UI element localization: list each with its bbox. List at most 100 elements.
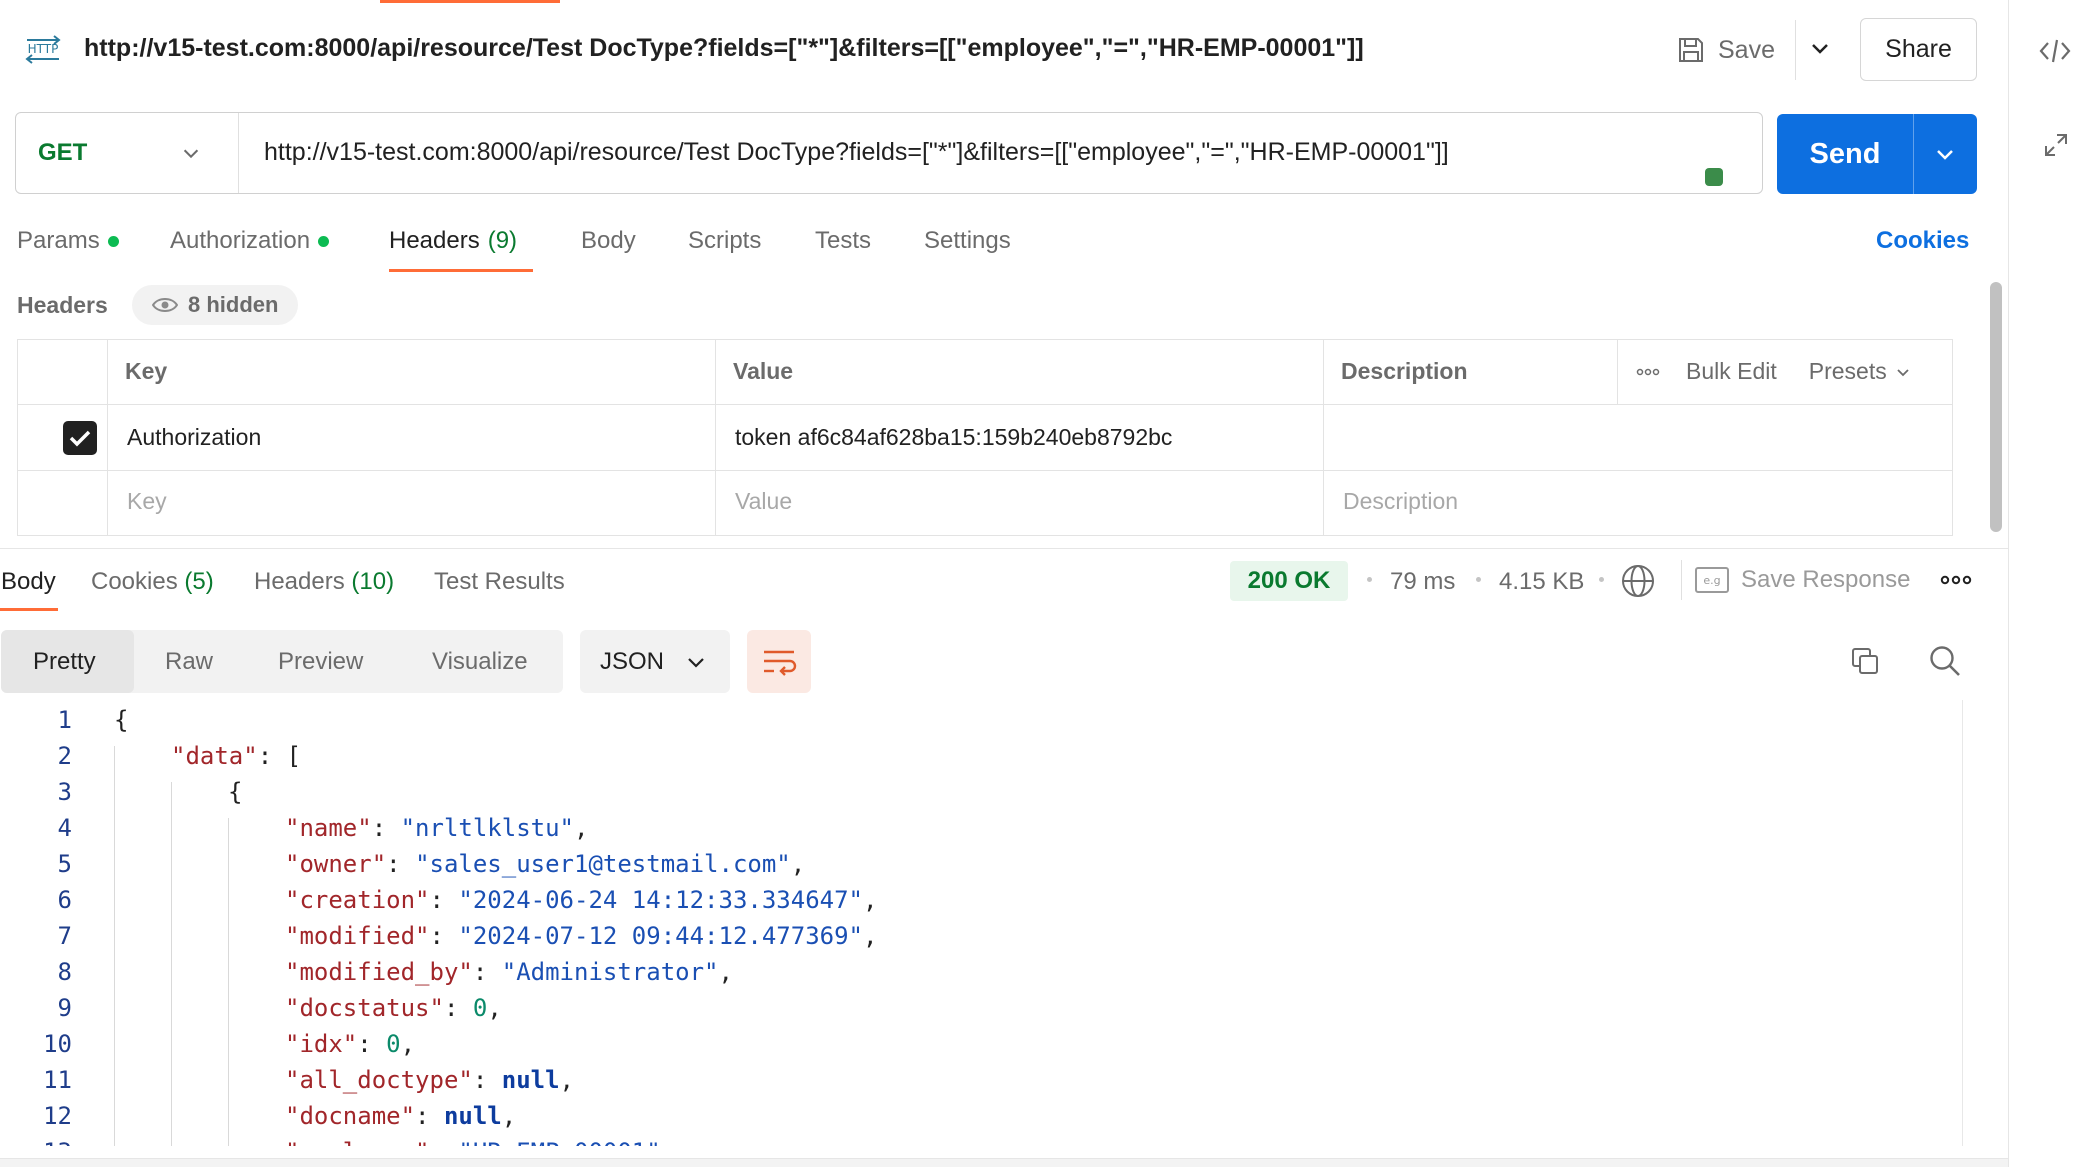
- tab-params[interactable]: Params: [17, 227, 119, 255]
- header-value-cell[interactable]: token af6c84af628ba15:159b240eb8792bc: [735, 424, 1172, 451]
- tab-label: Cookies: [91, 568, 178, 595]
- mode-preview[interactable]: Preview: [278, 648, 363, 676]
- line-number: 5: [57, 850, 72, 878]
- wrap-lines-button[interactable]: [747, 630, 811, 693]
- tab-tests[interactable]: Tests: [815, 227, 871, 255]
- eye-icon: [152, 298, 178, 312]
- tab-headers[interactable]: Headers (9): [389, 227, 517, 255]
- response-tab-cookies[interactable]: Cookies (5): [91, 568, 214, 596]
- tab-count: (10): [351, 568, 395, 595]
- divider: [107, 339, 108, 536]
- code-text: "modified_by": "Administrator",: [285, 958, 733, 986]
- line-number: 9: [57, 994, 72, 1022]
- vertical-scrollbar[interactable]: [1990, 282, 2002, 532]
- code-line: 7 "modified": "2024-07-12 09:44:12.477369…: [0, 922, 1950, 958]
- code-text: "name": "nrltlklstu",: [285, 814, 589, 842]
- line-number: 1: [57, 706, 72, 734]
- separator-dot: [1367, 577, 1372, 582]
- response-size[interactable]: 4.15 KB: [1499, 568, 1584, 596]
- tab-settings[interactable]: Settings: [924, 227, 1011, 255]
- line-number: 12: [43, 1102, 72, 1130]
- tab-label: Headers: [254, 568, 345, 595]
- tab-label: Params: [17, 227, 100, 254]
- active-tab-accent: [380, 0, 560, 3]
- line-number: 3: [57, 778, 72, 806]
- headers-heading: Headers: [17, 292, 108, 318]
- save-response-icon: e.g: [1695, 567, 1729, 593]
- chevron-down-icon: [1897, 368, 1909, 376]
- divider: [1795, 20, 1796, 80]
- divider: [1323, 339, 1324, 536]
- expand-icon[interactable]: [2043, 132, 2069, 158]
- status-badge[interactable]: 200 OK: [1230, 561, 1348, 601]
- indent-guide: [228, 818, 229, 1146]
- code-text: {: [228, 778, 243, 806]
- hidden-count: 8 hidden: [188, 292, 279, 317]
- new-key-input[interactable]: Key: [127, 488, 167, 515]
- header-enabled-checkbox[interactable]: [63, 421, 97, 455]
- mode-visualize[interactable]: Visualize: [432, 648, 528, 676]
- right-sidebar: [2008, 0, 2093, 1167]
- response-tab-headers[interactable]: Headers (10): [254, 568, 394, 596]
- search-icon[interactable]: [1928, 644, 1962, 678]
- mode-pretty[interactable]: Pretty: [33, 648, 96, 676]
- svg-text:HTTP: HTTP: [28, 42, 59, 56]
- code-line: 12 "docname": null,: [0, 1102, 1950, 1138]
- line-number: 6: [57, 886, 72, 914]
- format-select[interactable]: JSON: [580, 630, 730, 693]
- code-line: 11 "all_doctype": null,: [0, 1066, 1950, 1102]
- code-text: "employee": "HR-EMP-00001",: [285, 1138, 675, 1146]
- mode-raw[interactable]: Raw: [165, 648, 213, 676]
- separator-dot: [1476, 577, 1481, 582]
- code-line: 6 "creation": "2024-06-24 14:12:33.334647…: [0, 886, 1950, 922]
- tab-authorization[interactable]: Authorization: [170, 227, 330, 255]
- indent-guide: [114, 746, 115, 1146]
- chevron-down-icon: [688, 657, 704, 668]
- code-line: 10 "idx": 0,: [0, 1030, 1950, 1066]
- chevron-down-icon[interactable]: [1933, 142, 1957, 166]
- line-number: 7: [57, 922, 72, 950]
- response-time[interactable]: 79 ms: [1390, 568, 1455, 596]
- save-icon: [1679, 38, 1703, 62]
- divider: [715, 339, 716, 536]
- code-icon[interactable]: [2038, 36, 2072, 66]
- chevron-down-icon[interactable]: [1808, 36, 1832, 60]
- check-icon: [69, 430, 91, 447]
- active-tab-underline: [0, 608, 58, 611]
- code-text: "owner": "sales_user1@testmail.com",: [285, 850, 806, 878]
- method-select[interactable]: GET: [16, 113, 239, 193]
- header-key-cell[interactable]: Authorization: [127, 424, 261, 451]
- save-response-button[interactable]: e.g Save Response: [1695, 566, 1910, 594]
- copy-icon[interactable]: [1850, 646, 1880, 676]
- tab-scripts[interactable]: Scripts: [688, 227, 761, 255]
- request-title[interactable]: http://v15-test.com:8000/api/resource/Te…: [84, 34, 1364, 63]
- response-tab-test-results[interactable]: Test Results: [434, 568, 565, 596]
- more-icon[interactable]: [1940, 575, 1972, 585]
- presets-button[interactable]: Presets: [1809, 358, 1911, 385]
- bulk-edit-button[interactable]: Bulk Edit: [1686, 358, 1777, 385]
- new-description-input[interactable]: Description: [1343, 488, 1458, 515]
- more-icon[interactable]: [1636, 368, 1660, 376]
- method-label: GET: [38, 139, 88, 166]
- hidden-headers-toggle[interactable]: 8 hidden: [132, 285, 299, 325]
- indicator-dot: [107, 235, 119, 247]
- save-button[interactable]: Save: [1676, 30, 1775, 70]
- cookies-link[interactable]: Cookies: [1876, 227, 1969, 255]
- code-text: "docstatus": 0,: [285, 994, 502, 1022]
- http-icon: HTTP: [25, 35, 61, 64]
- globe-icon[interactable]: [1620, 563, 1656, 599]
- tab-body[interactable]: Body: [581, 227, 636, 255]
- line-number: 13: [30, 1138, 72, 1146]
- url-input[interactable]: http://v15-test.com:8000/api/resource/Te…: [264, 138, 1449, 167]
- code-text: "data": [: [171, 742, 302, 770]
- tab-label: Authorization: [170, 227, 311, 254]
- response-body-viewer[interactable]: 1{2 "data": [3{4 "name": "nrltlklstu", 5 "ow…: [0, 700, 1962, 1146]
- column-header-value: Value: [733, 358, 794, 384]
- indicator-dot: [318, 235, 330, 247]
- response-tab-body[interactable]: Body: [1, 568, 56, 596]
- line-number: 11: [43, 1066, 72, 1094]
- code-line: 1{: [0, 706, 1950, 742]
- share-button[interactable]: Share: [1860, 18, 1977, 81]
- send-button[interactable]: Send: [1777, 114, 1913, 194]
- new-value-input[interactable]: Value: [735, 488, 792, 515]
